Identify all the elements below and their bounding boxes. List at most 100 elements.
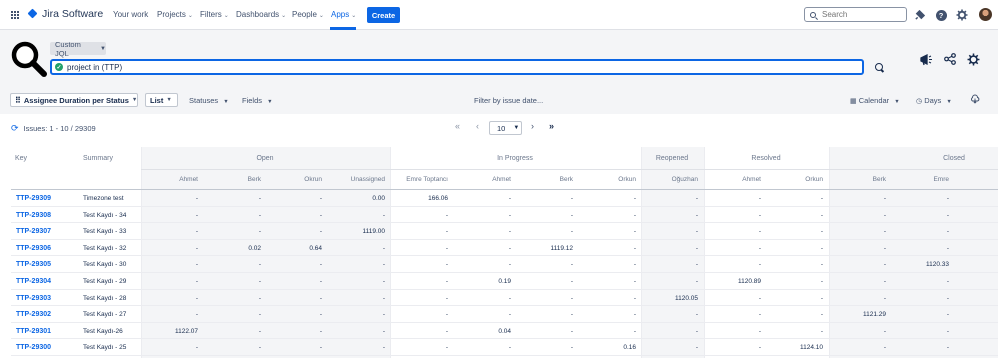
filter-by-date[interactable]: Filter by issue date... <box>474 96 543 105</box>
nav-item-projects[interactable]: Projects ⌄ <box>157 10 193 19</box>
issue-key-link[interactable]: TTP-29305 <box>16 261 51 268</box>
assignee-column-header[interactable]: Unassigned <box>325 176 385 183</box>
report-type-dropdown[interactable]: ⠿ Assignee Duration per Status ▼ <box>10 93 138 107</box>
duration-cell: 1122.07 <box>174 327 198 335</box>
refresh-icon[interactable]: ⟳ <box>11 123 19 134</box>
issue-summary: Test Kaydı - 25 <box>83 344 127 352</box>
help-icon[interactable]: ? <box>935 9 947 21</box>
search-icon <box>810 11 816 18</box>
statuses-dropdown[interactable]: Statuses ▼ <box>189 96 229 105</box>
assignee-column-header[interactable]: Orkun <box>763 176 823 183</box>
calendar-dropdown[interactable]: ▦ Calendar ▼ <box>850 96 900 105</box>
duration-cell: - <box>445 294 448 302</box>
valid-check-icon: ✓ <box>55 63 63 71</box>
assignee-column-header[interactable]: Ahmet <box>701 176 761 183</box>
time-unit-dropdown[interactable]: ◷ Days ▼ <box>916 96 952 105</box>
view-mode-label: List <box>150 95 164 105</box>
time-unit-label: Days <box>924 96 942 105</box>
duration-cell: - <box>382 278 385 285</box>
assignee-column-header[interactable]: Berk <box>201 176 261 183</box>
duration-cell: - <box>883 294 886 302</box>
duration-cell: - <box>820 195 823 202</box>
assignee-column-header[interactable]: Emre Toptancı <box>388 176 448 183</box>
issue-key-link[interactable]: TTP-29309 <box>16 195 51 202</box>
duration-cell: 0.64 <box>309 244 322 252</box>
next-page-button[interactable]: › <box>531 121 534 131</box>
fields-label: Fields <box>242 96 263 105</box>
assignee-column-header[interactable]: Ahmet <box>451 176 511 183</box>
assignee-column-header[interactable]: Berk <box>513 176 573 183</box>
chevron-down-icon: ▼ <box>946 99 952 105</box>
duration-cell: 0.19 <box>498 278 511 285</box>
notifications-icon[interactable] <box>913 9 925 21</box>
first-page-button[interactable]: « <box>455 121 460 131</box>
duration-cell: - <box>508 195 511 202</box>
page-size-select[interactable]: 10 ▼ <box>489 121 522 135</box>
duration-cell: 166.06 <box>428 195 448 202</box>
create-button[interactable]: Create <box>367 7 400 23</box>
chevron-down-icon: ▼ <box>513 125 520 131</box>
nav-item-label: Apps <box>331 10 350 19</box>
duration-cell: - <box>195 261 198 269</box>
duration-cell: - <box>258 278 261 285</box>
duration-cell: - <box>946 278 949 285</box>
nav-item-filters[interactable]: Filters ⌄ <box>200 10 229 19</box>
issue-key-link[interactable]: TTP-29301 <box>16 328 51 335</box>
duration-cell: - <box>820 261 823 269</box>
search-input[interactable] <box>822 10 902 19</box>
issue-key-link[interactable]: TTP-29300 <box>16 344 51 351</box>
app-switcher-icon[interactable] <box>11 11 20 20</box>
jql-query-input[interactable]: ✓ project in (TTP) <box>50 59 864 75</box>
nav-item-dashboards[interactable]: Dashboards ⌄ <box>236 10 286 19</box>
duration-cell: 0.16 <box>623 344 636 352</box>
issue-key-link[interactable]: TTP-29303 <box>16 295 51 302</box>
nav-item-people[interactable]: People ⌄ <box>292 10 324 19</box>
duration-cell: - <box>319 327 322 335</box>
prev-page-button[interactable]: ‹ <box>476 121 479 131</box>
nav-item-your-work[interactable]: Your work <box>113 10 148 19</box>
duration-cell: - <box>319 211 322 219</box>
assignee-column-header[interactable]: Emre <box>889 176 949 183</box>
key-column-header[interactable]: Key <box>15 155 27 162</box>
assignee-column-header[interactable]: Ahmet <box>138 176 198 183</box>
issue-key-link[interactable]: TTP-29307 <box>16 228 51 235</box>
issue-key-link[interactable]: TTP-29304 <box>16 278 51 285</box>
duration-cell: - <box>570 211 573 219</box>
chevron-down-icon: ⌄ <box>318 13 324 19</box>
view-mode-dropdown[interactable]: List ▼ <box>145 93 178 107</box>
run-query-icon[interactable] <box>875 63 883 71</box>
nav-item-apps[interactable]: Apps ⌄ <box>331 10 356 19</box>
assignee-column-header[interactable]: Orkun <box>576 176 636 183</box>
duration-cell: - <box>319 344 322 352</box>
export-cloud-icon[interactable] <box>970 94 980 106</box>
fields-dropdown[interactable]: Fields ▼ <box>242 96 273 105</box>
duration-cell: - <box>633 311 636 319</box>
duration-cell: - <box>946 244 949 252</box>
user-avatar[interactable] <box>979 8 992 21</box>
jql-mode-dropdown[interactable]: Custom JQL ▼ <box>50 40 106 58</box>
jira-logo[interactable]: Jira Software <box>28 8 103 20</box>
duration-cell: - <box>758 211 761 219</box>
duration-cell: - <box>258 294 261 302</box>
share-icon[interactable] <box>943 52 957 66</box>
assignee-column-header[interactable]: Berk <box>826 176 886 183</box>
duration-cell: - <box>695 278 698 285</box>
issue-key-link[interactable]: TTP-29302 <box>16 311 51 318</box>
nav-item-label: People <box>292 10 317 19</box>
global-search[interactable] <box>804 7 907 22</box>
assignee-column-header[interactable]: Oğuzhan <box>638 176 698 183</box>
chevron-down-icon: ▼ <box>166 97 172 103</box>
issues-summary: ⟳ Issues: 1 - 10 / 29309 <box>11 123 96 134</box>
assignee-column-header[interactable]: Okrun <box>262 176 322 183</box>
settings-gear-icon[interactable] <box>956 9 968 21</box>
chevron-down-icon: ⌄ <box>281 13 287 19</box>
issue-key-link[interactable]: TTP-29308 <box>16 212 51 219</box>
last-page-button[interactable]: » <box>549 121 554 131</box>
duration-cell: - <box>195 211 198 219</box>
issue-key-link[interactable]: TTP-29306 <box>16 245 51 252</box>
report-settings-gear-icon[interactable] <box>966 52 980 66</box>
duration-cell: - <box>508 261 511 269</box>
duration-cell: - <box>946 228 949 236</box>
announce-icon[interactable] <box>919 52 933 66</box>
summary-column-header[interactable]: Summary <box>83 155 113 162</box>
